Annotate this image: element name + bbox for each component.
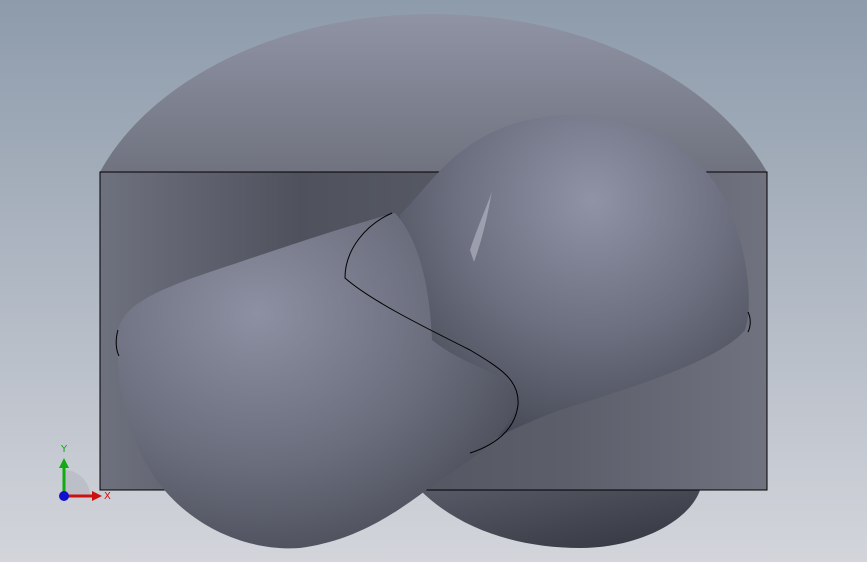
triad-y-arrow-icon [59,458,69,468]
triad-y-label: Y [60,444,68,455]
graphics-viewport[interactable]: Y X [0,0,867,562]
model-view[interactable] [0,0,867,562]
triad-x-arrow-icon [92,491,102,501]
triad-z-axis-icon [59,491,69,501]
triad-quarter-disc [64,470,90,496]
reference-triad[interactable]: Y X [50,440,120,510]
triad-x-label: X [104,491,111,502]
